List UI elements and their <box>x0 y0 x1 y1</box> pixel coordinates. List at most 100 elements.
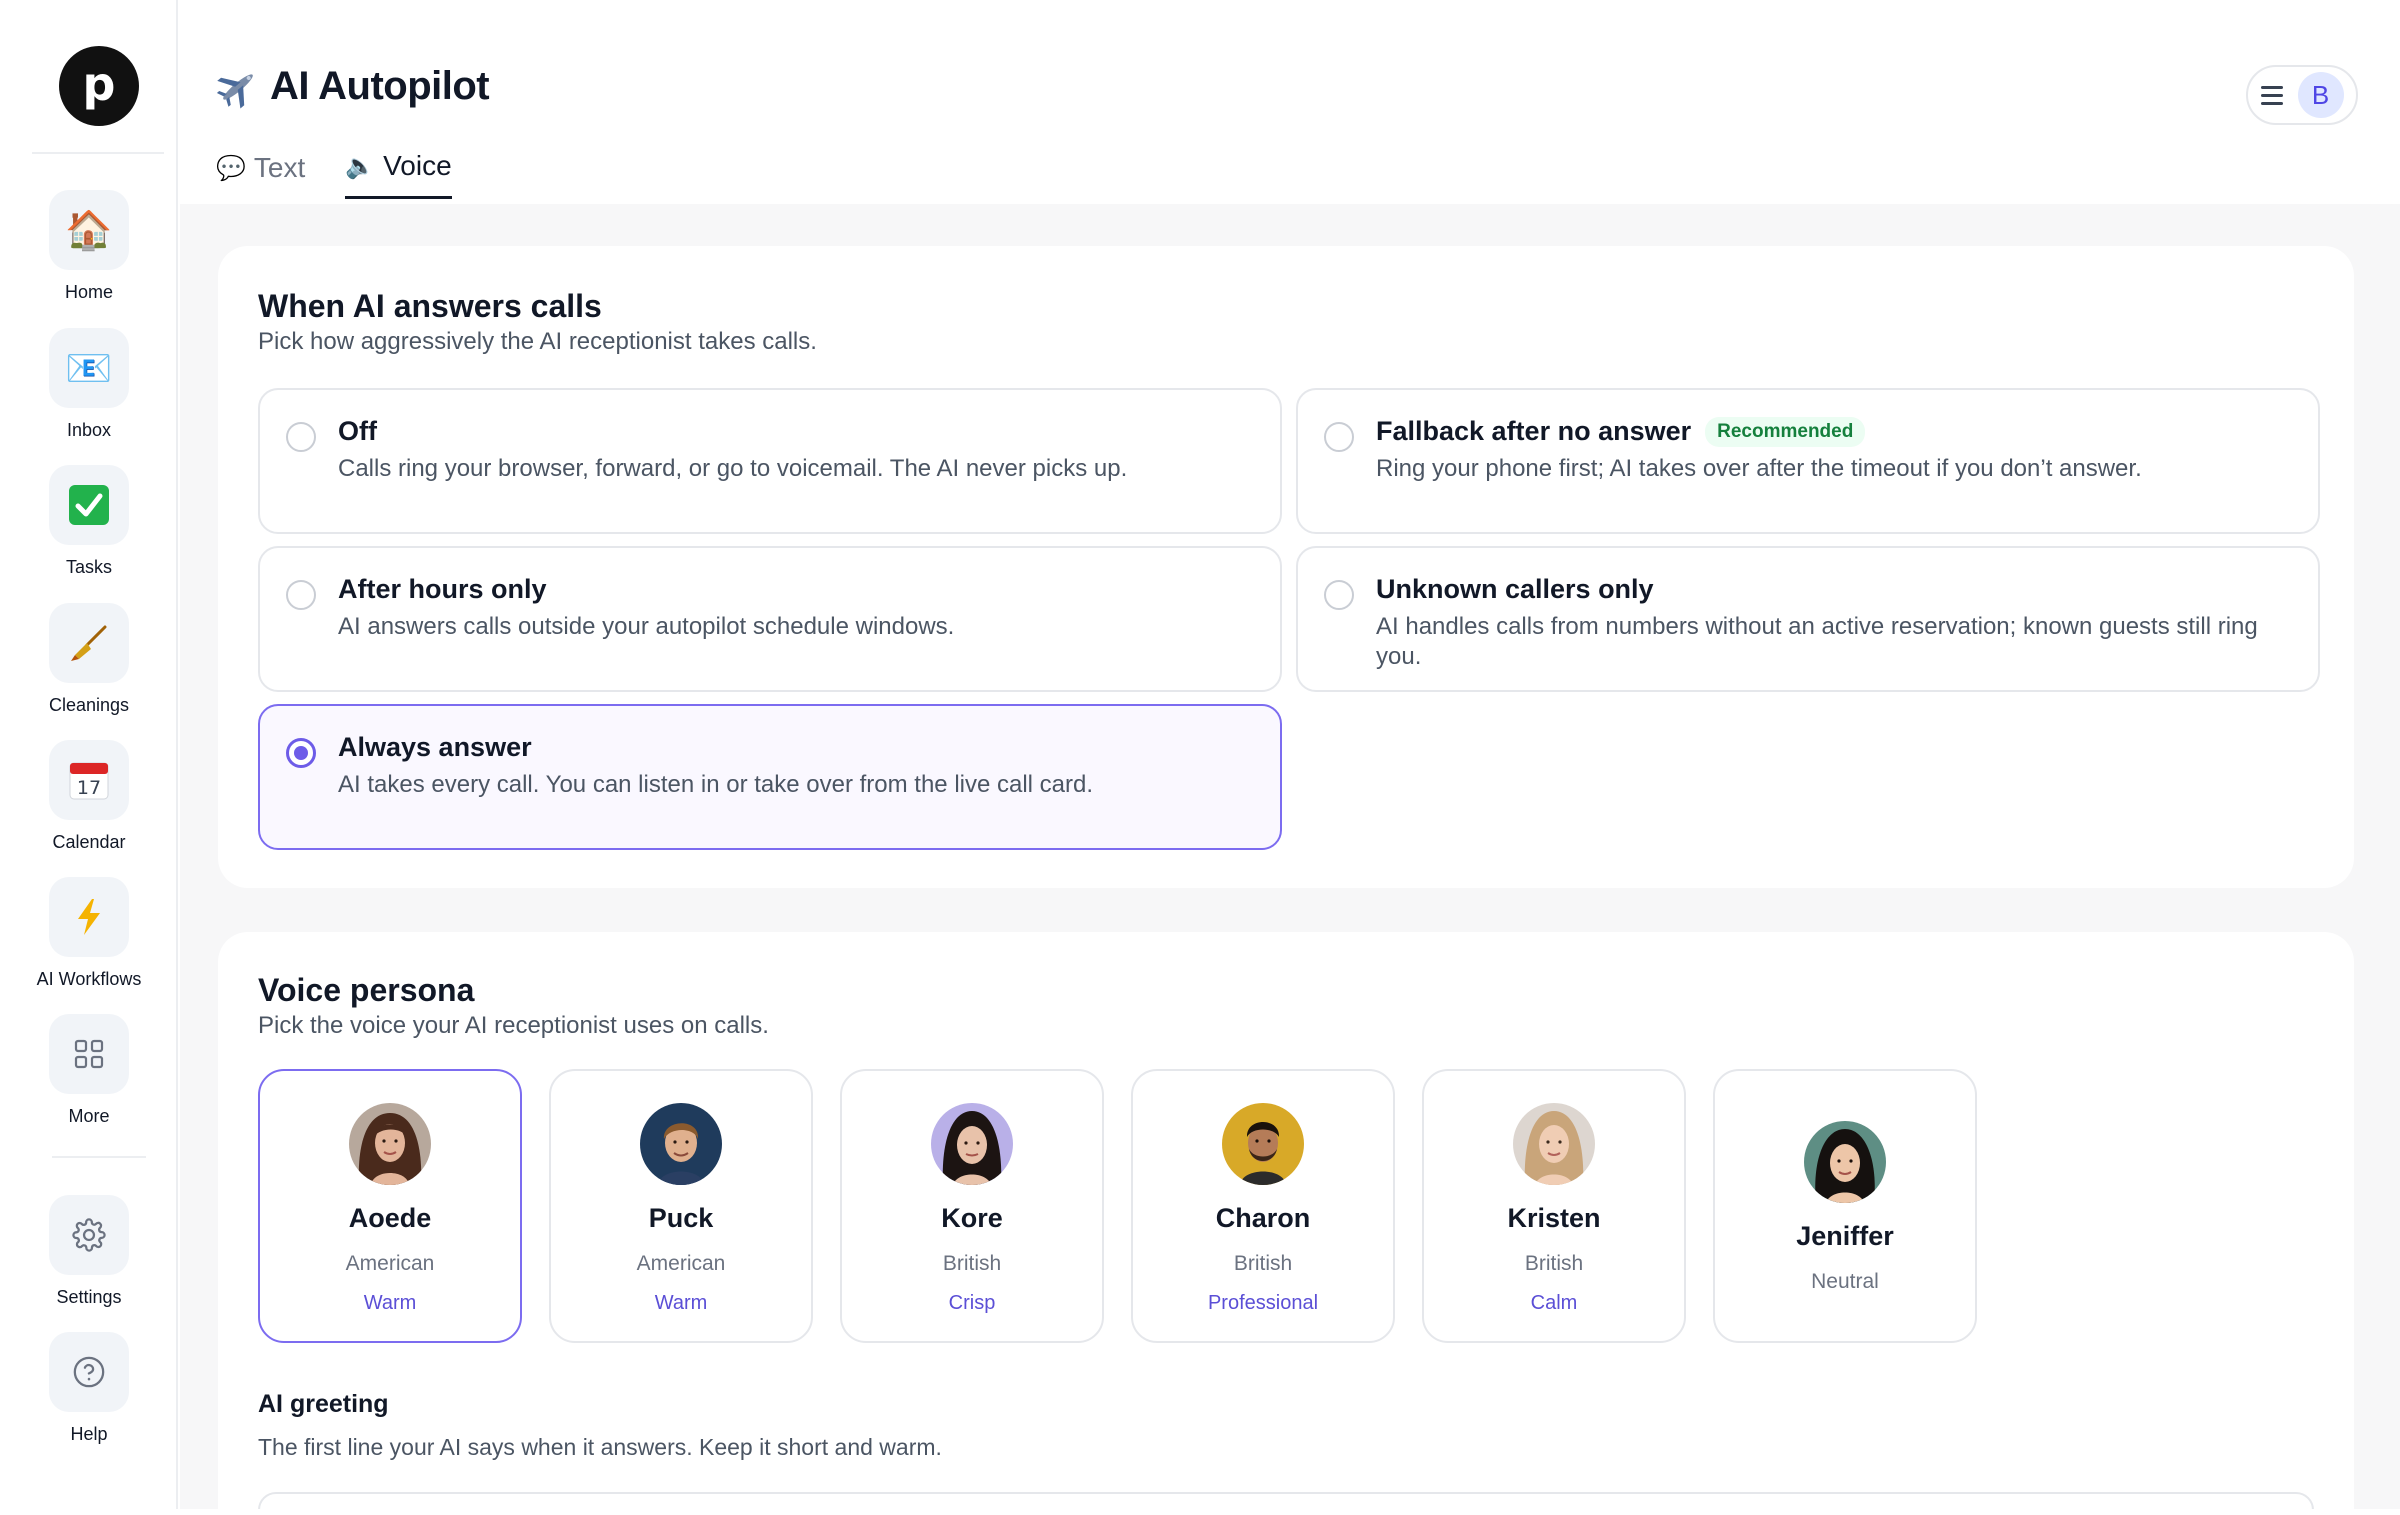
main-content: When AI answers calls Pick how aggressiv… <box>180 204 2400 1515</box>
tab-bar: 💬 Text 🔈 Voice <box>216 150 452 199</box>
section-title: Voice persona <box>258 972 475 1008</box>
hamburger-menu-icon[interactable] <box>2260 81 2289 109</box>
persona-accent: Neutral <box>1811 1270 1879 1293</box>
radio-button[interactable] <box>286 580 316 610</box>
page-title: AI Autopilot <box>216 64 490 109</box>
sidebar-item-label: More <box>68 1106 110 1126</box>
persona-card-charon[interactable]: Charon British Professional <box>1131 1069 1395 1343</box>
sidebar-item-label: Cleanings <box>48 695 130 715</box>
sidebar-item-label: Tasks <box>65 557 112 577</box>
bottom-edge <box>0 1509 2400 1515</box>
mail-icon: 📧 <box>49 328 129 408</box>
persona-accent: British <box>1233 1252 1293 1275</box>
airplane-icon <box>216 73 253 109</box>
avatar[interactable]: B <box>2297 72 2344 118</box>
persona-name: Jeniffer <box>1796 1221 1894 1251</box>
radio-button[interactable] <box>286 422 316 452</box>
persona-name: Puck <box>648 1203 714 1233</box>
persona-accent: British <box>942 1252 1002 1275</box>
sidebar-item-cleanings[interactable]: Cleanings <box>0 603 178 716</box>
radio-button[interactable] <box>1324 580 1354 610</box>
persona-avatar <box>1804 1121 1886 1203</box>
option-title: Always answer <box>338 732 532 762</box>
option-title: Fallback after no answer Recommended <box>1376 416 1866 447</box>
section-subtitle: Pick the voice your AI receptionist uses… <box>258 1012 769 1039</box>
lightning-icon-graphic <box>78 899 100 935</box>
persona-name: Aoede <box>348 1203 432 1233</box>
tab-label: Voice <box>383 150 452 181</box>
answer-option-unknown-callers[interactable]: Unknown callers only AI handles calls fr… <box>1296 546 2320 692</box>
account-menu[interactable]: B <box>2246 65 2358 125</box>
answer-option-always[interactable]: Always answer AI takes every call. You c… <box>258 704 1282 850</box>
persona-card-puck[interactable]: Puck American Warm <box>549 1069 813 1343</box>
persona-tone: Calm <box>1530 1292 1578 1314</box>
help-icon <box>49 1332 129 1412</box>
check-icon-graphic <box>69 485 109 525</box>
persona-card-kore[interactable]: Kore British Crisp <box>840 1069 1104 1343</box>
option-description: AI handles calls from numbers without an… <box>1376 613 2258 670</box>
grid-icon <box>49 1014 129 1094</box>
persona-card-aoede[interactable]: Aoede American Warm <box>258 1069 522 1343</box>
grid-icon-graphic <box>74 1039 104 1069</box>
persona-name: Charon <box>1215 1203 1311 1233</box>
sidebar-item-label: AI Workflows <box>36 969 142 989</box>
option-title: Off <box>338 416 377 446</box>
persona-avatar <box>640 1103 722 1185</box>
help-icon-graphic <box>73 1356 105 1388</box>
persona-name: Kristen <box>1507 1203 1601 1233</box>
option-description: AI takes every call. You can listen in o… <box>338 771 1094 798</box>
logo-letter: p <box>82 57 116 111</box>
persona-avatar <box>931 1103 1013 1185</box>
sidebar-item-help[interactable]: Help <box>0 1332 178 1445</box>
sidebar-item-inbox[interactable]: 📧 Inbox <box>0 328 178 441</box>
speech-bubble-icon: 💬 <box>216 153 246 182</box>
sidebar-item-calendar[interactable]: 17 Calendar <box>0 740 178 853</box>
persona-avatar <box>1222 1103 1304 1185</box>
persona-tone: Warm <box>654 1292 708 1314</box>
persona-tone: Warm <box>363 1292 417 1314</box>
option-description: AI answers calls outside your autopilot … <box>338 613 955 640</box>
tab-voice[interactable]: 🔈 Voice <box>345 150 452 199</box>
svg-text:17: 17 <box>77 777 101 799</box>
sidebar-divider <box>52 1156 146 1158</box>
persona-tone: Professional <box>1207 1292 1319 1314</box>
sidebar-item-label: Inbox <box>66 420 112 440</box>
sidebar-item-tasks[interactable]: Tasks <box>0 465 178 578</box>
calendar-icon-graphic: 17 <box>69 762 109 800</box>
page-title-text: AI Autopilot <box>270 64 490 108</box>
radio-button[interactable] <box>286 738 316 768</box>
persona-accent: American <box>345 1252 435 1275</box>
calendar-icon: 17 <box>49 740 129 820</box>
persona-tone: Crisp <box>948 1292 996 1314</box>
check-icon <box>49 465 129 545</box>
sidebar-item-home[interactable]: 🏠 Home <box>0 190 178 303</box>
option-description: Calls ring your browser, forward, or go … <box>338 455 1128 482</box>
sidebar-item-more[interactable]: More <box>0 1014 178 1127</box>
lightning-icon <box>49 877 129 957</box>
radio-button[interactable] <box>1324 422 1354 452</box>
answer-calls-card: When AI answers calls Pick how aggressiv… <box>218 246 2354 888</box>
sidebar-item-label: Home <box>64 282 113 302</box>
greeting-subtitle: The first line your AI says when it answ… <box>258 1434 942 1460</box>
tab-label: Text <box>253 151 306 183</box>
gear-icon <box>49 1195 129 1275</box>
sidebar-item-label: Settings <box>56 1287 122 1307</box>
sidebar-item-settings[interactable]: Settings <box>0 1195 178 1308</box>
sidebar: p 🏠 Home 📧 Inbox Tasks Cleanings 17 Cale… <box>0 0 178 1515</box>
tab-text[interactable]: 💬 Text <box>216 150 305 199</box>
greeting-title: AI greeting <box>258 1390 389 1418</box>
broom-icon <box>49 603 129 683</box>
answer-option-fallback[interactable]: Fallback after no answer Recommended Ring… <box>1296 388 2320 534</box>
persona-card-kristen[interactable]: Kristen British Calm <box>1422 1069 1686 1343</box>
brand-logo[interactable]: p <box>59 46 139 126</box>
answer-option-off[interactable]: Off Calls ring your browser, forward, or… <box>258 388 1282 534</box>
broom-icon-graphic <box>71 625 107 661</box>
persona-accent: American <box>636 1252 726 1275</box>
sidebar-item-ai-workflows[interactable]: AI Workflows <box>0 877 178 990</box>
answer-option-after-hours[interactable]: After hours only AI answers calls outsid… <box>258 546 1282 692</box>
persona-card-jeniffer[interactable]: Jeniffer Neutral <box>1713 1069 1977 1343</box>
section-subtitle: Pick how aggressively the AI receptionis… <box>258 328 817 355</box>
persona-accent: British <box>1524 1252 1584 1275</box>
voice-persona-card: Voice persona Pick the voice your AI rec… <box>218 932 2354 1515</box>
sidebar-item-label: Help <box>70 1424 108 1444</box>
